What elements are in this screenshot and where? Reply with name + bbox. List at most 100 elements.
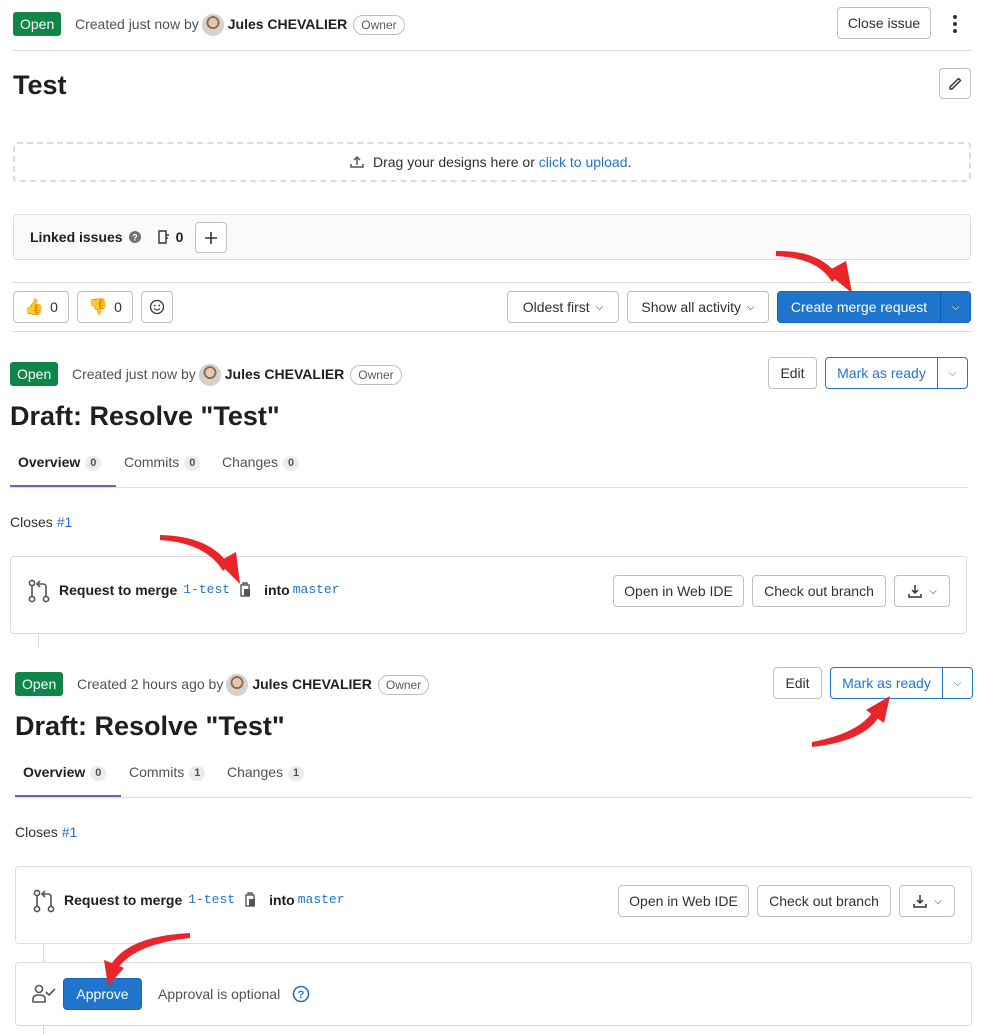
- source-branch[interactable]: 1-test: [188, 890, 235, 910]
- thumbs-up-button[interactable]: 👍 0: [13, 291, 69, 323]
- create-mr-options-button[interactable]: ⌵: [940, 291, 971, 323]
- annotation-arrow: [812, 710, 880, 747]
- add-linked-issue-button[interactable]: [195, 222, 227, 253]
- tab-label: Commits: [129, 764, 185, 780]
- thumbs-up-count: 0: [50, 299, 58, 315]
- mr2-open-web-ide-button[interactable]: Open in Web IDE: [618, 885, 749, 917]
- mr2-merge-info: Request to merge 1-test into master: [64, 890, 345, 910]
- merge-request-icon: [32, 888, 56, 917]
- thumbs-up-icon: 👍: [24, 299, 45, 316]
- issue-created-text: Created just now by: [75, 16, 199, 32]
- mr2-tab-overview[interactable]: Overview 0: [23, 762, 107, 782]
- request-label: Request to merge: [64, 892, 183, 908]
- target-branch[interactable]: master: [298, 890, 345, 910]
- mark-ready-label: Mark as ready: [837, 365, 926, 381]
- activity-label: Show all activity: [641, 299, 741, 315]
- tab-label: Changes: [222, 454, 279, 470]
- sort-label: Oldest first: [522, 299, 590, 315]
- avatar[interactable]: [226, 674, 249, 697]
- question-icon[interactable]: ?: [128, 230, 142, 244]
- avatar[interactable]: [198, 364, 221, 387]
- copy-icon[interactable]: [244, 892, 258, 908]
- help-circle-icon[interactable]: ?: [292, 985, 310, 1006]
- tab-count: 1: [189, 766, 206, 781]
- close-issue-button[interactable]: Close issue: [837, 7, 931, 39]
- mr2-tab-changes[interactable]: Changes 1: [227, 762, 305, 782]
- add-reaction-button[interactable]: [141, 291, 173, 323]
- pencil-icon: [949, 77, 962, 90]
- mr1-checkout-branch-button[interactable]: Check out branch: [752, 575, 886, 607]
- request-label: Request to merge: [59, 582, 178, 598]
- closes-label: Closes: [15, 824, 58, 840]
- mr2-tab-commits[interactable]: Commits 1: [129, 762, 206, 782]
- approval-icon: [31, 983, 57, 1008]
- into-label: into: [264, 582, 290, 598]
- mr1-more-options-button[interactable]: ⌵: [937, 357, 968, 389]
- tab-count: 0: [283, 456, 300, 471]
- mr1-author[interactable]: Jules CHEVALIER: [225, 366, 345, 382]
- tab-count: 1: [288, 766, 305, 781]
- mr1-tab-changes[interactable]: Changes 0: [222, 452, 300, 472]
- approve-button[interactable]: Approve: [63, 978, 142, 1010]
- source-branch[interactable]: 1-test: [183, 580, 230, 600]
- merge-request-icon: [27, 578, 51, 607]
- avatar[interactable]: [201, 14, 224, 37]
- approval-text: Approval is optional: [158, 986, 281, 1002]
- tab-count: 0: [90, 766, 107, 781]
- tab-count: 0: [184, 456, 201, 471]
- linked-issues-header: Linked issues ? 0: [30, 227, 183, 247]
- mark-ready-label: Mark as ready: [842, 675, 931, 691]
- mr2-author[interactable]: Jules CHEVALIER: [252, 676, 372, 692]
- closes-label: Closes: [10, 514, 53, 530]
- tab-label: Overview: [18, 454, 81, 470]
- mr1-edit-button[interactable]: Edit: [768, 357, 817, 389]
- mr1-created-text: Created just now by: [72, 366, 196, 382]
- chevron-down-icon: ⌵: [595, 301, 604, 313]
- issue-meta: Created just now by Jules CHEVALIER Owner: [75, 12, 405, 37]
- issue-title: Test: [13, 70, 67, 100]
- activity-filter-dropdown[interactable]: Show all activity ⌵: [627, 291, 769, 323]
- tab-label: Changes: [227, 764, 284, 780]
- create-merge-request-button[interactable]: Create merge request: [777, 291, 941, 323]
- edit-label: Edit: [780, 365, 805, 381]
- copy-icon[interactable]: [239, 582, 253, 598]
- tab-label: Overview: [23, 764, 86, 780]
- download-icon: [913, 895, 927, 908]
- mr2-mark-ready-button[interactable]: Mark as ready: [830, 667, 943, 699]
- issue-author[interactable]: Jules CHEVALIER: [228, 16, 348, 32]
- mr1-download-dropdown[interactable]: ⌵: [894, 575, 950, 607]
- closes-issue-link[interactable]: #1: [62, 824, 78, 840]
- upload-period: .: [627, 154, 632, 170]
- mr2-status-badge: Open: [15, 672, 64, 696]
- mr1-timeline-line: [38, 634, 39, 648]
- mr2-edit-button[interactable]: Edit: [773, 667, 822, 699]
- kebab-menu-icon[interactable]: [945, 12, 965, 36]
- mr1-open-web-ide-button[interactable]: Open in Web IDE: [613, 575, 744, 607]
- closes-issue-link[interactable]: #1: [57, 514, 73, 530]
- chevron-down-icon: ⌵: [934, 895, 942, 907]
- target-branch[interactable]: master: [293, 580, 340, 600]
- mr2-title: Draft: Resolve "Test": [15, 711, 285, 741]
- mr2-active-tab-indicator: [15, 795, 121, 797]
- mr2-checkout-branch-button[interactable]: Check out branch: [757, 885, 891, 917]
- mr2-more-options-button[interactable]: ⌵: [942, 667, 973, 699]
- annotation-arrow-head: [826, 261, 852, 293]
- upload-text: Drag your designs here or: [373, 154, 535, 170]
- sort-dropdown[interactable]: Oldest first ⌵: [507, 291, 619, 323]
- mr1-tab-overview[interactable]: Overview 0: [18, 452, 102, 472]
- checkout-label: Check out branch: [769, 893, 879, 909]
- thumbs-down-button[interactable]: 👎 0: [77, 291, 133, 323]
- upload-link[interactable]: click to upload: [539, 152, 628, 172]
- mr1-merge-info: Request to merge 1-test into master: [59, 580, 340, 600]
- edit-title-button[interactable]: [939, 68, 971, 99]
- mr1-mark-ready-button[interactable]: Mark as ready: [825, 357, 938, 389]
- edit-label: Edit: [785, 675, 810, 691]
- mr2-download-dropdown[interactable]: ⌵: [899, 885, 955, 917]
- approval-timeline-line: [43, 1026, 44, 1034]
- mr1-tab-commits[interactable]: Commits 0: [124, 452, 201, 472]
- chevron-down-icon: ⌵: [929, 585, 937, 597]
- tab-label: Commits: [124, 454, 180, 470]
- chevron-down-icon: ⌵: [747, 301, 755, 313]
- close-issue-label: Close issue: [847, 15, 921, 31]
- mr2-created-text: Created 2 hours ago by: [77, 676, 224, 692]
